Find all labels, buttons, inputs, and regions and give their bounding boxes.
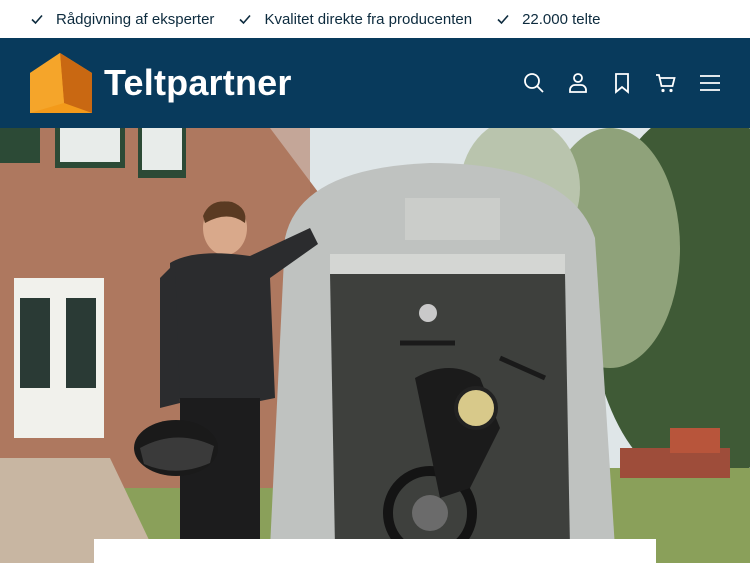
logo[interactable]: Teltpartner (30, 53, 292, 113)
usp-text: Kvalitet direkte fra producenten (264, 10, 473, 28)
header-icons (502, 71, 722, 95)
logo-mark-icon (30, 53, 92, 113)
usp-item: Rådgivning af eksperter (30, 11, 214, 28)
search-icon (524, 73, 544, 93)
cart-button[interactable] (654, 71, 678, 95)
check-icon (239, 14, 252, 25)
check-icon (31, 14, 43, 25)
usp-item: Kvalitet direkte fra producenten (238, 11, 472, 28)
hero-illustration (0, 128, 750, 563)
user-icon (569, 73, 587, 93)
check-icon (497, 14, 509, 25)
cart-icon (656, 74, 676, 93)
usp-bar: Rådgivning af eksperter Kvalitet direkte… (0, 0, 750, 38)
menu-icon (700, 75, 720, 91)
wishlist-button[interactable] (610, 71, 634, 95)
usp-item: 22.000 telte (496, 11, 600, 28)
content-card (94, 539, 656, 569)
site-header: Teltpartner (0, 38, 750, 128)
menu-button[interactable] (698, 71, 722, 95)
bookmark-icon (615, 73, 629, 94)
account-button[interactable] (566, 71, 590, 95)
usp-text: 22.000 telte (522, 10, 601, 28)
hero-image (0, 128, 750, 563)
search-button[interactable] (522, 71, 546, 95)
brand-name: Teltpartner (104, 62, 292, 103)
usp-text: Rådgivning af eksperter (56, 10, 215, 28)
